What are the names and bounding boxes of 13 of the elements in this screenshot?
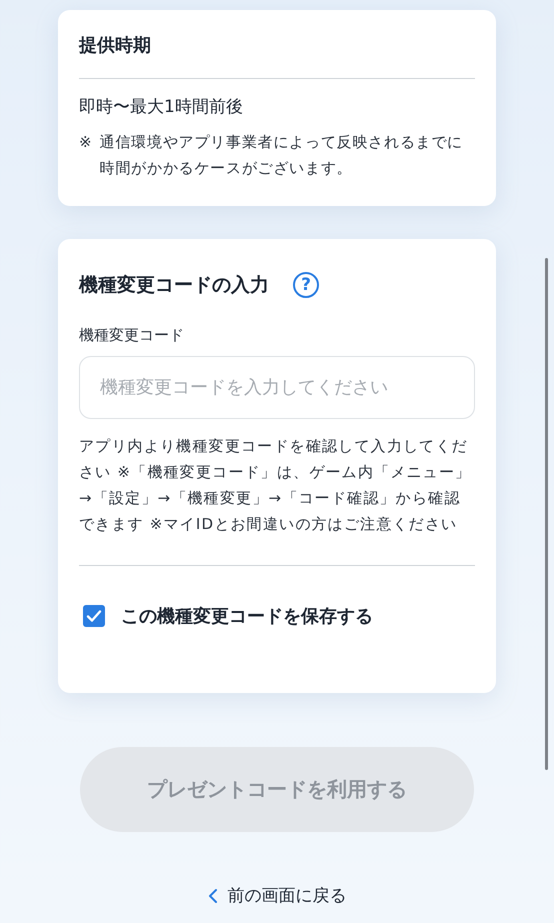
code-input-field[interactable]: 機種変更コードを入力してください [79,356,475,419]
scrollbar[interactable] [545,258,548,770]
section-title: 提供時期 [79,34,152,58]
delivery-time: 即時〜最大1時間前後 [79,96,244,119]
chevron-left-icon [208,888,218,904]
helper-text: アプリ内より機種変更コードを確認して入力してください ※「機種変更コード」は、ゲーム内「メニュー」→「設定」→「機種変更」→「コード確認」から確認できます ※マイIDとお間違いの方はご注意ください [79,436,472,535]
section-title: 機種変更コードの入力 [79,273,269,298]
checkbox[interactable] [83,605,105,627]
note-mark: ※ [79,132,92,153]
help-icon[interactable]: ? [293,272,319,298]
field-label: 機種変更コード [79,325,185,345]
checkbox-label[interactable]: この機種変更コードを保存する [121,604,373,628]
note-text: 通信環境やアプリ事業者によって反映されるまでに時間がかかるケースがございます。 [100,132,464,179]
